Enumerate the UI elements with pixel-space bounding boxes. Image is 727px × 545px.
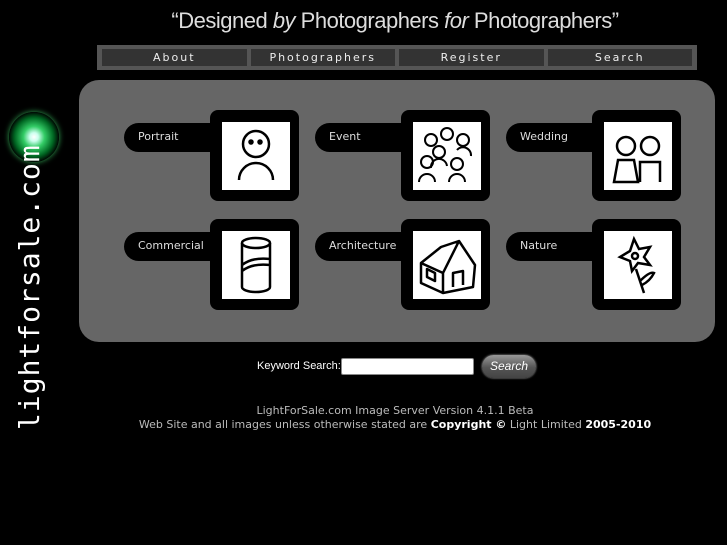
category-panel: Portrait Event Wedding Commercial Archit… [79,80,715,342]
person-icon[interactable] [222,122,290,190]
category-nature[interactable]: Nature [506,219,681,311]
category-label[interactable]: Wedding [506,123,606,152]
nav-register[interactable]: Register [399,49,544,66]
category-architecture[interactable]: Architecture [315,219,490,311]
can-icon[interactable] [222,231,290,299]
category-event[interactable]: Event [315,110,490,202]
nav-search[interactable]: Search [547,49,692,66]
footer-copyright: Web Site and all images unless otherwise… [138,418,652,431]
keyword-search-input[interactable] [341,358,474,375]
tagline: “Designed by Photographers for Photograp… [171,8,619,33]
category-wedding[interactable]: Wedding [506,110,681,202]
house-icon[interactable] [413,231,481,299]
crowd-icon[interactable] [413,122,481,190]
footer-version: LightForSale.com Image Server Version 4.… [256,404,534,417]
category-label[interactable]: Commercial [124,232,224,261]
main-nav: About Photographers Register Search [97,45,697,70]
category-label[interactable]: Architecture [315,232,415,261]
category-label[interactable]: Portrait [124,123,224,152]
search-button[interactable]: Search [482,355,536,378]
site-logo[interactable]: lightforsale.com [13,144,46,430]
nav-about[interactable]: About [102,49,247,66]
category-label[interactable]: Nature [506,232,606,261]
flower-icon[interactable] [604,231,672,299]
keyword-search-label: Keyword Search: [257,360,341,372]
category-commercial[interactable]: Commercial [124,219,299,311]
category-label[interactable]: Event [315,123,415,152]
couple-icon[interactable] [604,122,672,190]
category-portrait[interactable]: Portrait [124,110,299,202]
nav-photographers[interactable]: Photographers [250,49,395,66]
